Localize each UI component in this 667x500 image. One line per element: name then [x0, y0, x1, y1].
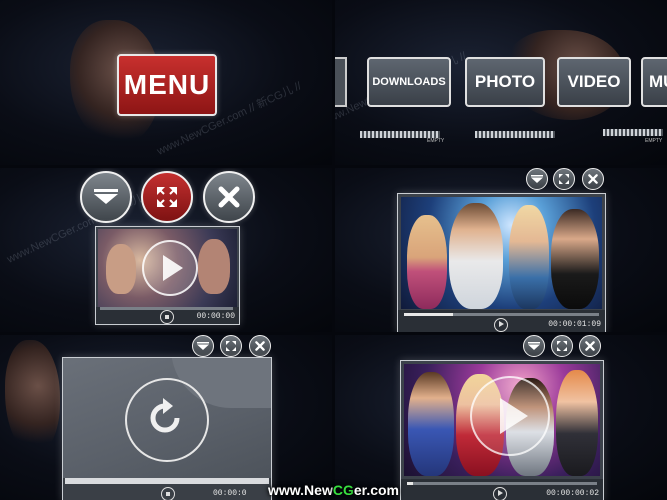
close-button[interactable]: [582, 168, 604, 190]
site-suffix: .com: [366, 482, 399, 498]
stop-icon: [165, 315, 169, 319]
progress-strip: [603, 129, 663, 136]
site-brand-a: New: [304, 482, 333, 498]
video-person: [449, 203, 503, 309]
video-frame: [63, 358, 271, 478]
fullscreen-button[interactable]: [141, 171, 193, 223]
hand-image: [5, 340, 60, 455]
video-person: [106, 244, 136, 294]
video-player: 00:00:00: [95, 226, 240, 325]
strip-label: EMPTY: [645, 138, 663, 144]
panel-player-replay: 00:00:0: [0, 335, 332, 500]
minimize-icon: [197, 342, 209, 350]
panel-menu: www.NewCGer.com // 新CG儿 // MENU: [0, 0, 332, 165]
progress-fill: [404, 313, 453, 316]
close-icon: [218, 186, 240, 208]
minimize-button[interactable]: [526, 168, 548, 190]
video-person: [556, 370, 598, 476]
menu-button[interactable]: MENU: [117, 54, 217, 116]
control-bar: 00:00:00: [96, 307, 239, 324]
minimize-button[interactable]: [80, 171, 132, 223]
partial-button[interactable]: [335, 57, 347, 107]
site-watermark: www.NewCGer.com: [0, 482, 667, 498]
close-button[interactable]: [579, 335, 601, 357]
progress-strip: [360, 131, 440, 138]
panel-player-small: www.NewCGer.com // 新CG儿 // 00:00:00: [0, 168, 332, 332]
minimize-button[interactable]: [523, 335, 545, 357]
panel-player-large: 00:00:01:09: [335, 168, 667, 332]
video-frame: [98, 229, 237, 307]
site-brand-b: CG: [332, 482, 354, 498]
close-icon: [585, 341, 595, 351]
close-button[interactable]: [203, 171, 255, 223]
video-person: [407, 215, 447, 309]
fullscreen-button[interactable]: [551, 335, 573, 357]
video-person: [198, 239, 230, 294]
fullscreen-icon: [559, 174, 569, 184]
panel-player-overlay: 00:00:00:02: [335, 335, 667, 500]
minimize-icon: [528, 342, 540, 350]
site-brand-c: er: [353, 482, 367, 498]
music-button[interactable]: MU: [641, 57, 667, 107]
fullscreen-button[interactable]: [220, 335, 242, 357]
close-icon: [255, 341, 265, 351]
close-button[interactable]: [249, 335, 271, 357]
play-icon: [500, 398, 528, 434]
video-player: 00:00:0: [62, 357, 272, 500]
fullscreen-icon: [557, 341, 567, 351]
video-player: 00:00:00:02: [400, 360, 604, 500]
minimize-icon: [94, 189, 118, 204]
play-button[interactable]: [142, 240, 198, 296]
site-prefix: www.: [268, 482, 305, 498]
photo-button[interactable]: PHOTO: [465, 57, 545, 107]
progress-track[interactable]: [404, 313, 599, 316]
fullscreen-button[interactable]: [553, 168, 575, 190]
close-icon: [588, 174, 598, 184]
progress-strip: [475, 131, 555, 138]
replay-icon: [150, 398, 180, 433]
replay-button[interactable]: [125, 378, 209, 462]
video-frame: [404, 364, 600, 476]
timecode: 00:00:01:09: [548, 320, 601, 329]
downloads-button[interactable]: DOWNLOADS: [367, 57, 451, 107]
strip-label: EMPTY: [427, 138, 445, 144]
stop-button[interactable]: [160, 310, 174, 324]
fullscreen-icon: [226, 341, 236, 351]
play-button[interactable]: [470, 376, 550, 456]
video-person: [551, 209, 599, 309]
minimize-icon: [531, 175, 543, 183]
timecode: 00:00:00: [196, 312, 235, 321]
play-icon: [163, 255, 183, 281]
video-person: [509, 205, 549, 309]
video-person: [408, 372, 454, 476]
play-button[interactable]: [494, 318, 508, 332]
video-player: 00:00:01:09: [397, 193, 606, 332]
panel-categories: www.NewCGer.com // 新CG儿 // DOWNLOADS PHO…: [335, 0, 667, 165]
minimize-button[interactable]: [192, 335, 214, 357]
video-frame: [401, 197, 602, 309]
storyboard-grid: www.NewCGer.com // 新CG儿 // MENU www.NewC…: [0, 0, 667, 500]
video-button[interactable]: VIDEO: [557, 57, 631, 107]
control-bar: 00:00:01:09: [398, 310, 605, 332]
fullscreen-icon: [157, 187, 177, 207]
